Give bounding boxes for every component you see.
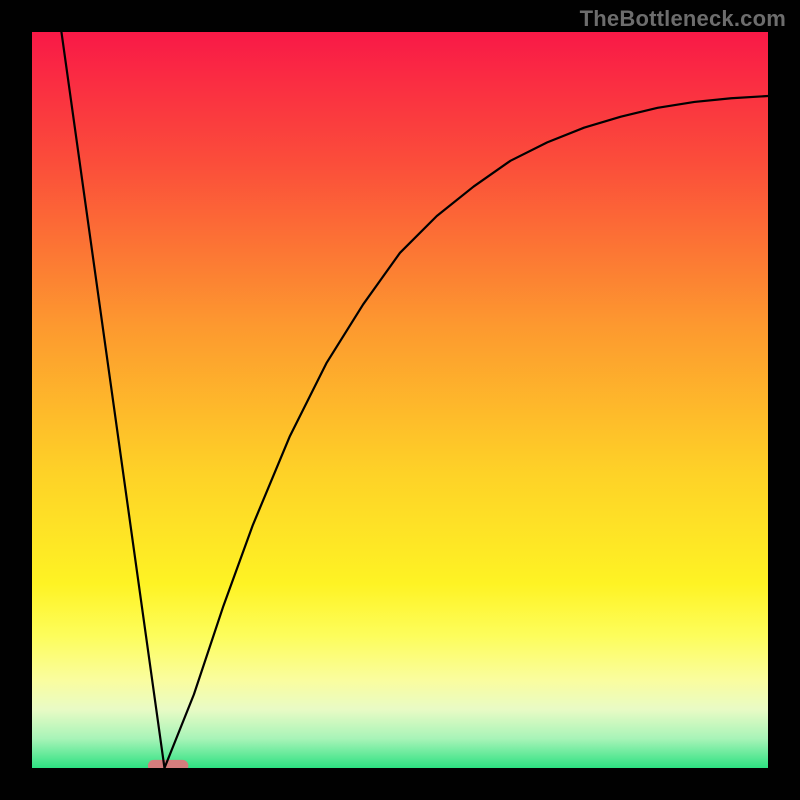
gradient-background [32,32,768,768]
chart-canvas [0,0,800,800]
watermark-text: TheBottleneck.com [580,6,786,32]
bottleneck-chart: TheBottleneck.com [0,0,800,800]
